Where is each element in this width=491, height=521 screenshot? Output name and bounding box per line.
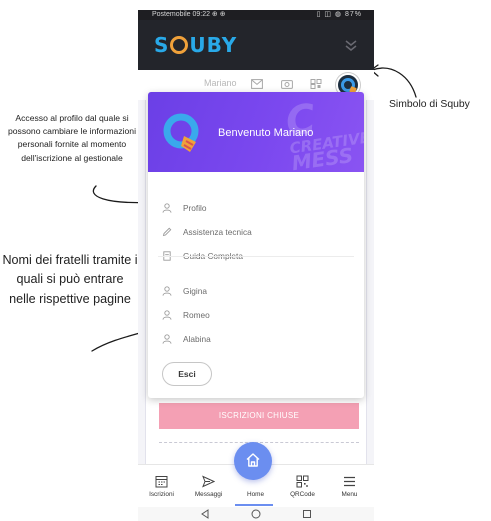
mail-icon[interactable] bbox=[251, 79, 263, 89]
chevron-down-icon[interactable] bbox=[344, 38, 358, 52]
sibling-label: Gigina bbox=[183, 286, 207, 296]
logo-prefix: S bbox=[154, 33, 170, 57]
nav-item-menu[interactable]: Menu bbox=[326, 475, 373, 505]
nav-label: QRCode bbox=[290, 491, 315, 498]
home-icon bbox=[246, 453, 260, 467]
nav-label: Home bbox=[246, 491, 265, 498]
status-right-text: ▯ ◫ ◍ 87% bbox=[316, 11, 362, 18]
qrcode-icon[interactable] bbox=[310, 79, 322, 89]
menu-item-label: Profilo bbox=[183, 203, 207, 213]
registrations-closed-button[interactable]: ISCRIZIONI CHIUSE bbox=[159, 403, 359, 429]
menu-item-profilo[interactable]: Profilo bbox=[148, 196, 364, 220]
nav-label: Messaggi bbox=[194, 491, 223, 498]
sibling-item-gigina[interactable]: Gigina bbox=[148, 279, 364, 303]
back-icon[interactable] bbox=[200, 509, 210, 519]
menu-item-assistenza[interactable]: Assistenza tecnica bbox=[148, 220, 364, 244]
logo-suffix: UBY bbox=[189, 33, 238, 57]
squby-logo[interactable]: S UBY bbox=[154, 33, 237, 57]
toolbar-username: Mariano bbox=[204, 78, 237, 88]
status-left-text: Postemobile 09:22 ⊕ ⊕ bbox=[152, 11, 226, 18]
dropdown-divider bbox=[158, 256, 354, 257]
nav-item-qrcode[interactable]: QRCode bbox=[279, 475, 326, 505]
home-active-indicator bbox=[235, 504, 273, 506]
nav-label: Menu bbox=[341, 491, 358, 498]
sibling-item-romeo[interactable]: Romeo bbox=[148, 303, 364, 327]
sibling-item-alabina[interactable]: Alabina bbox=[148, 327, 364, 351]
camera-icon[interactable] bbox=[281, 79, 293, 89]
nav-label: Iscrizioni bbox=[149, 491, 174, 498]
user-icon bbox=[162, 334, 172, 344]
recents-icon[interactable] bbox=[302, 509, 312, 519]
qrcode-icon bbox=[296, 475, 309, 488]
user-icon bbox=[162, 310, 172, 320]
pencil-icon bbox=[162, 227, 172, 237]
nav-item-iscrizioni[interactable]: Iscrizioni bbox=[138, 475, 185, 505]
menu-item-label: Assistenza tecnica bbox=[183, 227, 252, 237]
home-fab-button[interactable] bbox=[234, 442, 272, 480]
menu-icon bbox=[344, 476, 355, 487]
calendar-icon bbox=[155, 476, 168, 488]
user-icon bbox=[162, 286, 172, 296]
squby-q-logo-icon bbox=[163, 113, 199, 152]
app-header: S UBY bbox=[138, 20, 374, 70]
user-icon bbox=[162, 203, 172, 213]
nav-item-messaggi[interactable]: Messaggi bbox=[185, 475, 232, 505]
sibling-label: Romeo bbox=[183, 310, 210, 320]
welcome-text: Benvenuto Mariano bbox=[218, 127, 314, 139]
profile-dropdown: C CREATIVE MESS Benvenuto Mariano Profil… bbox=[148, 92, 364, 398]
logo-q-icon bbox=[170, 36, 189, 54]
status-bar: Postemobile 09:22 ⊕ ⊕ ▯ ◫ ◍ 87% bbox=[138, 10, 374, 20]
logo-arrow bbox=[371, 67, 417, 98]
sibling-label: Alabina bbox=[183, 334, 211, 344]
exit-button[interactable]: Esci bbox=[162, 362, 212, 386]
dropdown-header: C CREATIVE MESS Benvenuto Mariano bbox=[148, 92, 364, 172]
home-circle-icon[interactable] bbox=[251, 509, 261, 519]
send-icon bbox=[202, 475, 215, 488]
android-nav-bar bbox=[138, 507, 374, 521]
phone-screen: Postemobile 09:22 ⊕ ⊕ ▯ ◫ ◍ 87% S UBY Mar… bbox=[138, 10, 374, 521]
